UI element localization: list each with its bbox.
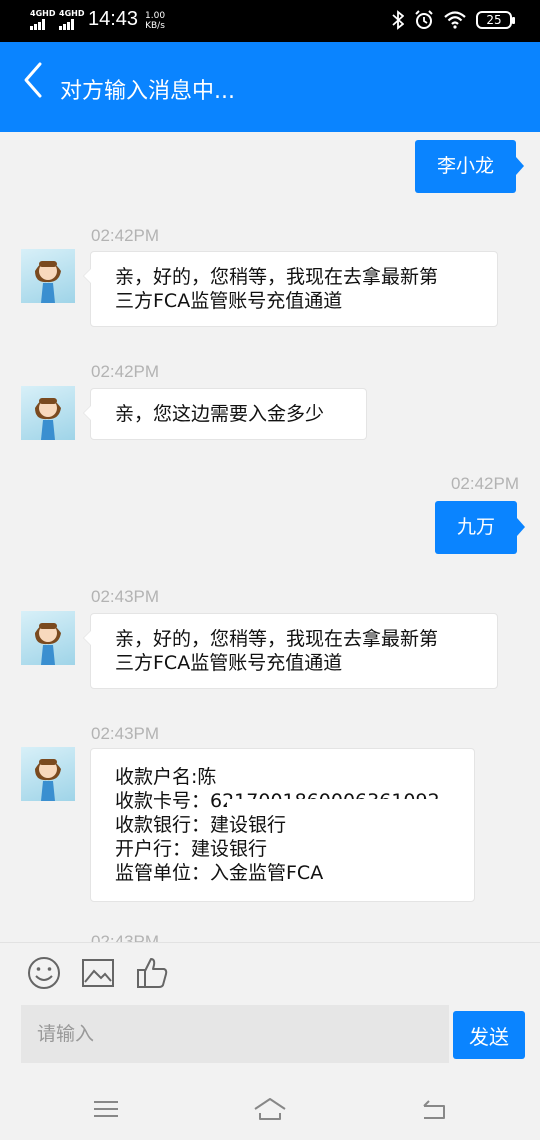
- message-line: 开户行：建设银行: [115, 838, 268, 860]
- incoming-message-bubble[interactable]: 亲，您这边需要入金多少: [83, 388, 367, 440]
- status-icons: 25: [392, 10, 515, 30]
- message-line: 监管单位：入金监管FCA: [115, 862, 324, 884]
- message-line: 亲，好的，您稍等，我现在去拿最新第: [115, 628, 439, 650]
- signal-2: 4GHD: [59, 10, 84, 30]
- alarm-icon: [415, 10, 433, 29]
- message-line: 三方FCA监管账号充值通道: [115, 290, 343, 312]
- wifi-icon: [444, 11, 466, 29]
- network-type-1: 4GHD: [30, 9, 56, 18]
- composer: 发送: [0, 942, 540, 1078]
- avatar[interactable]: [21, 611, 75, 665]
- menu-icon[interactable]: [91, 1094, 121, 1124]
- account-name: 收款户名:陈: [115, 766, 217, 788]
- message-timestamp: 02:43PM: [91, 587, 160, 606]
- avatar[interactable]: [21, 747, 75, 801]
- status-bar: 4GHD 4GHD 14:43 1.00 KB/s 25: [0, 0, 540, 42]
- emoji-icon[interactable]: [26, 955, 62, 991]
- message-line: 收款银行：建设银行: [115, 814, 287, 836]
- signal-bars-icon: [30, 19, 55, 30]
- redaction-mask: [287, 767, 327, 787]
- thumbs-up-icon[interactable]: [134, 955, 170, 991]
- image-icon[interactable]: [80, 955, 116, 991]
- page-title: 对方输入消息中...: [60, 79, 235, 104]
- chat-message-list[interactable]: 李小龙 02:42PM 亲，好的，您稍等，我现在去拿最新第 三方FCA监管账号充…: [0, 132, 540, 942]
- clock: 14:43: [88, 8, 139, 30]
- message-line: 亲，好的，您稍等，我现在去拿最新第: [115, 266, 439, 288]
- avatar[interactable]: [21, 249, 75, 303]
- speed-unit: KB/s: [145, 21, 165, 31]
- incoming-message-bubble[interactable]: 收款户名:陈 收款卡号：6217001860006361092 收款银行：建设银…: [90, 748, 475, 902]
- incoming-message-bubble[interactable]: 亲，好的，您稍等，我现在去拿最新第 三方FCA监管账号充值通道: [83, 613, 498, 689]
- avatar[interactable]: [21, 386, 75, 440]
- message-line: 收款户名:陈: [115, 765, 450, 789]
- home-icon[interactable]: [252, 1094, 288, 1124]
- outgoing-message-bubble[interactable]: 九万: [434, 501, 526, 554]
- avatar-girl-icon: [35, 398, 61, 440]
- message-timestamp: 02:42PM: [450, 474, 519, 493]
- message-timestamp: 02:42PM: [91, 362, 160, 381]
- network-speed: 1.00 KB/s: [145, 11, 165, 31]
- message-input[interactable]: [21, 1005, 449, 1063]
- battery-icon: 25: [476, 11, 515, 29]
- back-arrow-icon[interactable]: [20, 60, 50, 100]
- redaction-mask: [227, 799, 467, 809]
- avatar-girl-icon: [35, 623, 61, 665]
- network-type-2: 4GHD: [59, 9, 85, 18]
- avatar-girl-icon: [35, 759, 61, 801]
- system-nav-bar: [0, 1078, 540, 1140]
- outgoing-message-bubble[interactable]: 李小龙: [414, 140, 525, 193]
- avatar-girl-icon: [35, 261, 61, 303]
- send-button[interactable]: 发送: [453, 1011, 525, 1059]
- bluetooth-icon: [392, 10, 404, 30]
- signal-bars-icon: [59, 19, 84, 30]
- title-bar: 对方输入消息中...: [0, 42, 540, 132]
- back-icon[interactable]: [418, 1094, 450, 1124]
- signal-1: 4GHD: [30, 10, 55, 30]
- message-line: 亲，您这边需要入金多少: [115, 403, 325, 425]
- incoming-message-bubble[interactable]: 亲，好的，您稍等，我现在去拿最新第 三方FCA监管账号充值通道: [83, 251, 498, 327]
- message-timestamp: 02:43PM: [91, 724, 160, 743]
- message-timestamp: 02:42PM: [91, 226, 160, 245]
- message-line: 三方FCA监管账号充值通道: [115, 652, 343, 674]
- message-timestamp: 02:43PM: [91, 932, 160, 942]
- speed-value: 1.00: [145, 11, 166, 21]
